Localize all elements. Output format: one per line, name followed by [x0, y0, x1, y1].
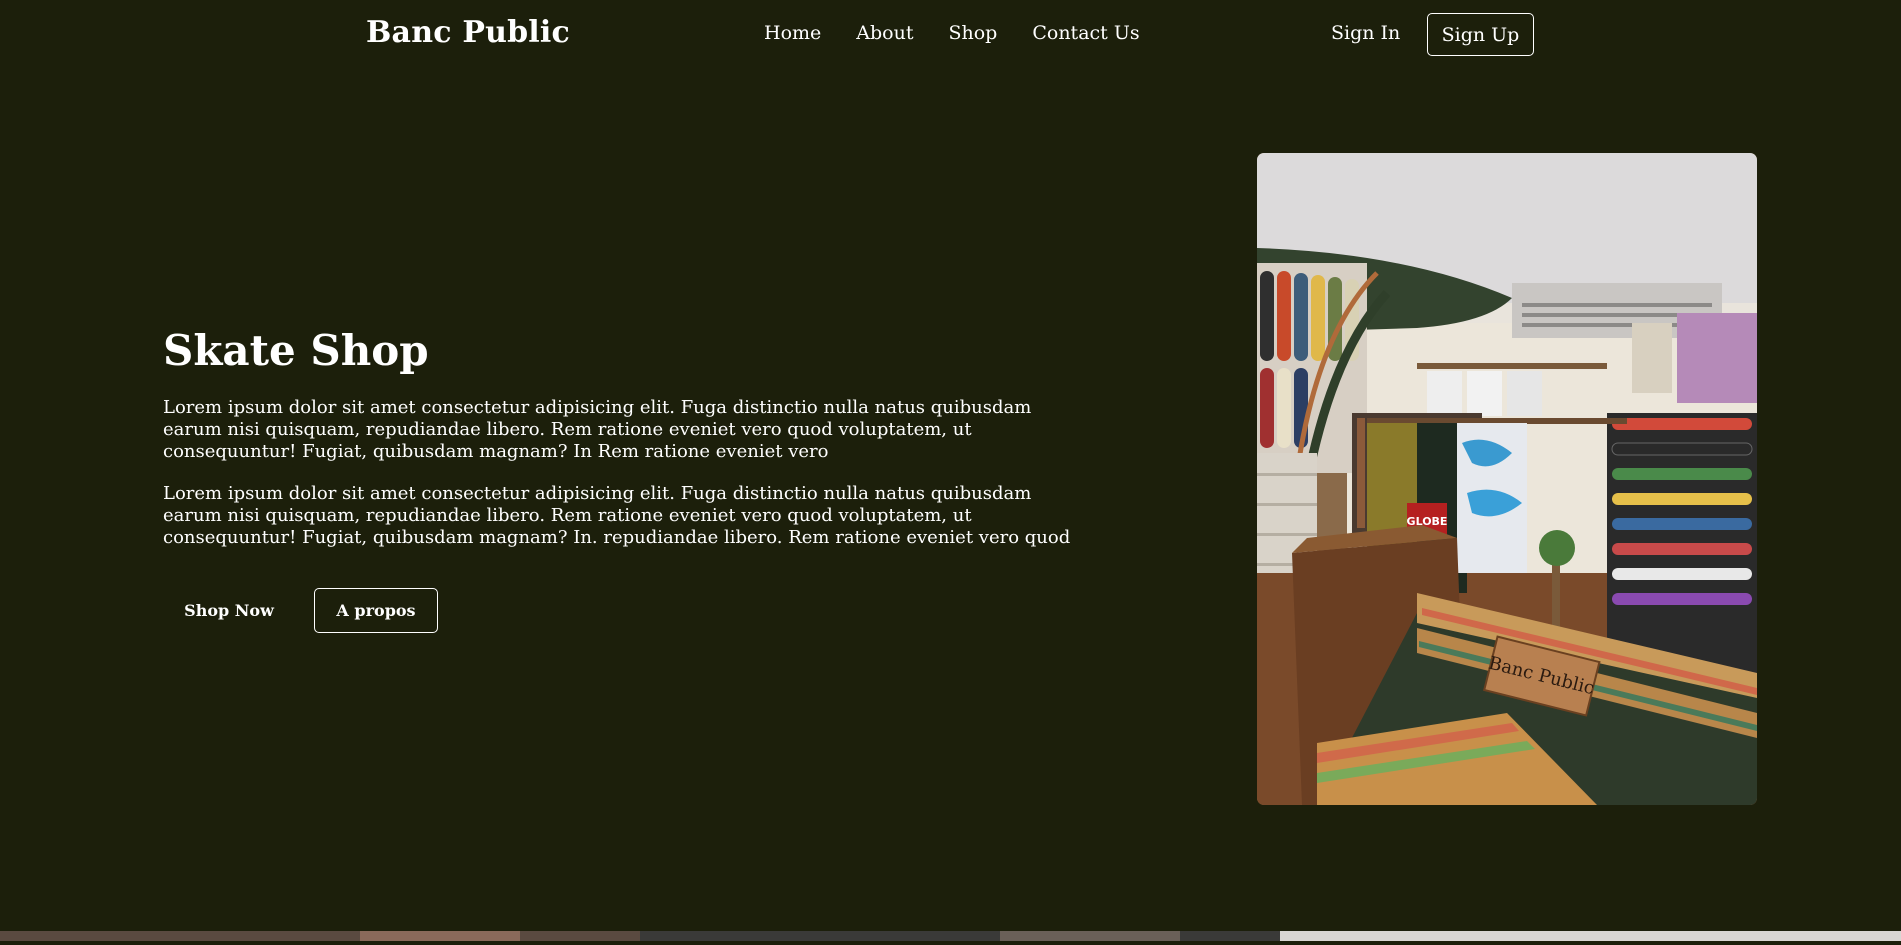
- shop-now-button[interactable]: Shop Now: [163, 588, 295, 633]
- hero-title: Skate Shop: [163, 326, 429, 375]
- nav-link-contact[interactable]: Contact Us: [1032, 22, 1139, 44]
- next-section-preview: [0, 926, 1901, 941]
- hero-paragraph-1: Lorem ipsum dolor sit amet consectetur a…: [163, 397, 1032, 462]
- nav-link-about[interactable]: About: [856, 22, 913, 44]
- a-propos-button[interactable]: A propos: [314, 588, 438, 633]
- main-menu: Home About Shop Contact Us: [764, 22, 1140, 44]
- nav-link-home[interactable]: Home: [764, 22, 821, 44]
- sign-up-button[interactable]: Sign Up: [1427, 13, 1534, 56]
- site-logo[interactable]: Banc Public: [366, 15, 570, 50]
- nav-link-shop[interactable]: Shop: [948, 22, 997, 44]
- globe-tag-text: GLOBE: [1407, 515, 1448, 528]
- sign-in-link[interactable]: Sign In: [1331, 22, 1400, 44]
- top-navbar: Banc Public Home About Shop Contact Us S…: [0, 0, 1901, 70]
- shop-interior-photo: GLOBE Banc Public: [1257, 153, 1757, 805]
- hero-paragraph-2: Lorem ipsum dolor sit amet consectetur a…: [163, 483, 1071, 548]
